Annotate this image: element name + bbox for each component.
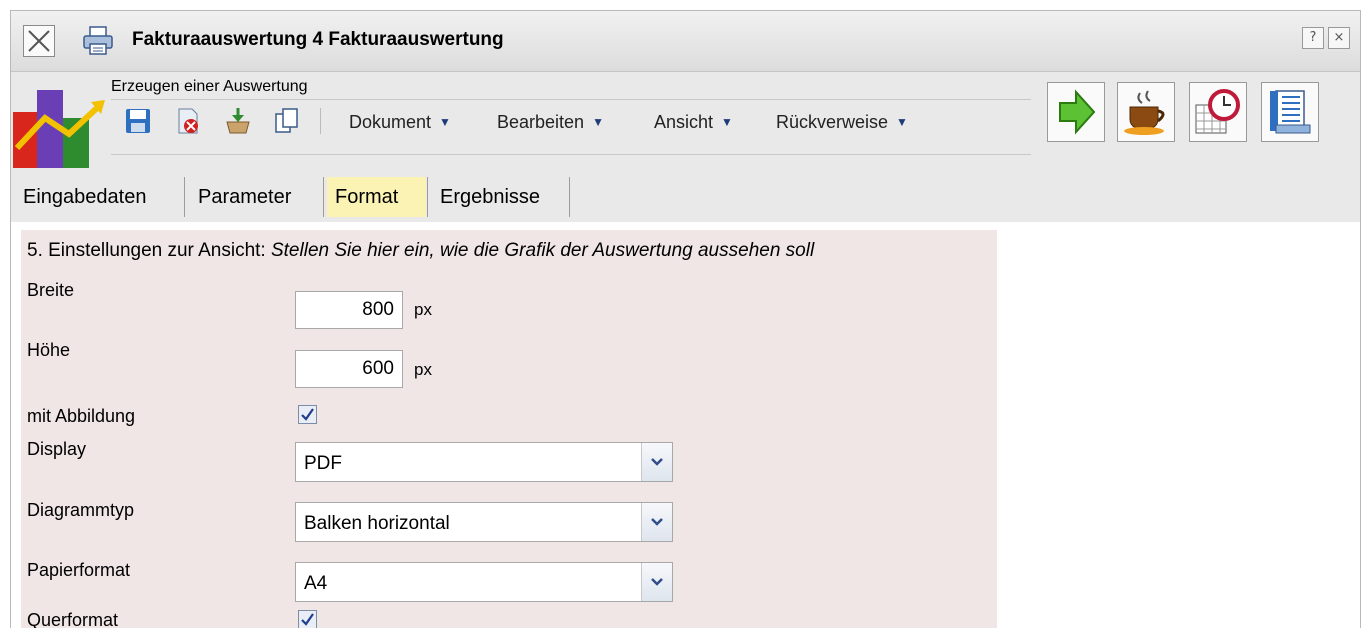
save-icon[interactable] (124, 107, 152, 135)
papierformat-select-value: A4 (304, 573, 328, 594)
display-select-value: PDF (304, 453, 342, 474)
tab-eingabedaten[interactable]: Eingabedaten (15, 177, 154, 217)
hoehe-unit: px (414, 360, 432, 379)
import-basket-icon[interactable] (224, 107, 252, 135)
chevron-down-icon: ▼ (896, 115, 908, 129)
display-label: Display (27, 439, 87, 459)
tab-ergebnisse[interactable]: Ergebnisse (432, 177, 548, 217)
chevron-down-icon: ▼ (592, 115, 604, 129)
menu-dokument[interactable]: Dokument ▼ (349, 112, 451, 133)
chevron-down-icon[interactable] (641, 503, 672, 541)
chevron-down-icon: ▼ (721, 115, 733, 129)
toolbar-divider-bottom (111, 154, 1031, 155)
hoehe-input[interactable]: 600 (295, 350, 403, 388)
checkmark-icon (301, 613, 314, 626)
list-ruler-icon (1270, 90, 1311, 134)
close-window-icon[interactable] (23, 25, 55, 57)
breite-label: Breite (27, 280, 75, 300)
title-bar: Fakturaauswertung 4 Fakturaauswertung ? … (11, 11, 1360, 72)
querformat-checkbox[interactable] (298, 610, 317, 628)
green-arrow-icon (1059, 89, 1096, 135)
run-button[interactable] (1047, 82, 1105, 142)
papierformat-select[interactable]: A4 (295, 562, 673, 602)
toolbar-separator (320, 108, 321, 134)
format-settings-panel: 5. Einstellungen zur Ansicht: Stellen Si… (21, 230, 997, 628)
chevron-down-icon[interactable] (641, 443, 672, 481)
hoehe-label: Höhe (27, 340, 71, 360)
breite-unit: px (414, 300, 432, 319)
toolbar-subtitle: Erzeugen einer Auswertung (111, 78, 308, 95)
menu-bearbeiten[interactable]: Bearbeiten ▼ (497, 112, 604, 133)
app-window: Fakturaauswertung 4 Fakturaauswertung ? … (10, 10, 1361, 628)
print-icon[interactable] (81, 25, 117, 57)
menu-ansicht[interactable]: Ansicht ▼ (654, 112, 733, 133)
tab-divider (427, 177, 428, 217)
mit-abbildung-checkbox[interactable] (298, 405, 317, 424)
tab-divider (569, 177, 570, 217)
diagrammtyp-select[interactable]: Balken horizontal (295, 502, 673, 542)
menu-ansicht-label: Ansicht (654, 112, 714, 132)
menu-rueckverweise[interactable]: Rückverweise ▼ (776, 112, 908, 133)
coffee-break-button[interactable] (1117, 82, 1175, 142)
delete-document-icon[interactable] (174, 107, 202, 135)
tab-divider (184, 177, 185, 217)
chevron-down-icon[interactable] (641, 563, 672, 601)
toolbar-divider-top (111, 99, 1031, 100)
calendar-clock-icon (1195, 89, 1240, 134)
window-title: Fakturaauswertung 4 Fakturaauswertung (132, 29, 504, 50)
querformat-label: Querformat (27, 610, 119, 628)
coffee-cup-icon (1124, 90, 1165, 135)
breite-input[interactable]: 800 (295, 291, 403, 329)
tab-format[interactable]: Format (327, 177, 426, 217)
mit-abbildung-label: mit Abbildung (27, 406, 136, 426)
toolbar: Erzeugen einer Auswertung Dokument ▼ Bea… (11, 72, 1360, 172)
tab-divider (323, 177, 324, 217)
diagrammtyp-label: Diagrammtyp (27, 500, 135, 520)
tab-parameter[interactable]: Parameter (190, 177, 299, 217)
diagrammtyp-select-value: Balken horizontal (304, 513, 450, 534)
menu-bearbeiten-label: Bearbeiten (497, 112, 585, 132)
papierformat-label: Papierformat (27, 560, 131, 580)
menu-rueckverweise-label: Rückverweise (776, 112, 889, 132)
section-heading: 5. Einstellungen zur Ansicht: Stellen Si… (27, 240, 814, 262)
menu-dokument-label: Dokument (349, 112, 432, 132)
section-heading-prefix: 5. Einstellungen zur Ansicht: (27, 240, 271, 261)
section-heading-hint: Stellen Sie hier ein, wie die Grafik der… (270, 240, 815, 261)
copy-icon[interactable] (273, 107, 301, 135)
display-select[interactable]: PDF (295, 442, 673, 482)
schedule-button[interactable] (1189, 82, 1247, 142)
close-icon[interactable]: × (1328, 27, 1350, 49)
chart-logo-icon (11, 78, 111, 170)
checkmark-icon (301, 408, 314, 421)
results-list-button[interactable] (1261, 82, 1319, 142)
chevron-down-icon: ▼ (439, 115, 451, 129)
tab-bar: Eingabedaten Parameter Format Ergebnisse (11, 172, 1360, 222)
help-icon[interactable]: ? (1302, 27, 1324, 49)
